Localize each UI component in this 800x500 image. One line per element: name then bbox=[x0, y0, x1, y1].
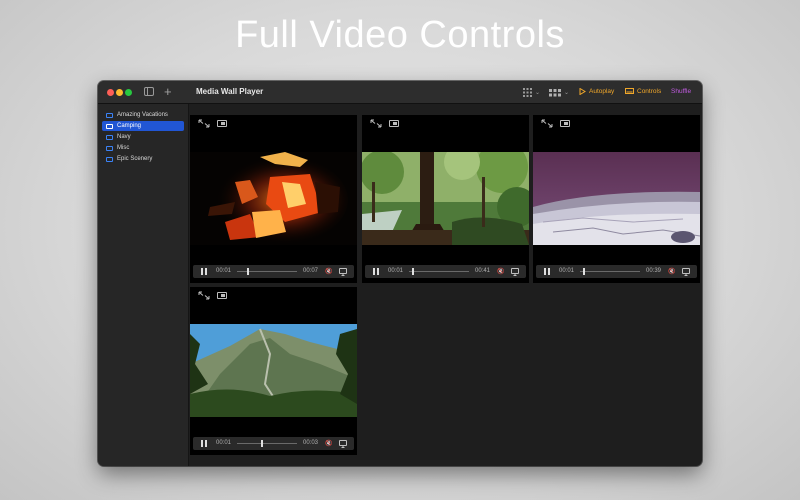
sidebar-item-amazing-vacations[interactable]: Amazing Vacations bbox=[102, 110, 184, 120]
current-time: 00:01 bbox=[559, 268, 575, 274]
sidebar-item-label: Misc bbox=[117, 145, 130, 151]
sidebar-item-camping[interactable]: Camping bbox=[102, 121, 184, 131]
airplay-icon[interactable] bbox=[339, 440, 347, 448]
picture-in-picture-icon[interactable] bbox=[217, 292, 227, 299]
seek-slider[interactable] bbox=[237, 443, 297, 444]
picture-in-picture-icon[interactable] bbox=[389, 120, 399, 127]
tile-toolbar bbox=[190, 115, 357, 132]
sidebar-item-misc[interactable]: Misc bbox=[102, 143, 184, 153]
duration: 00:39 bbox=[646, 268, 662, 274]
tile-toolbar bbox=[533, 115, 700, 132]
pause-icon[interactable] bbox=[201, 440, 207, 447]
pause-icon[interactable] bbox=[544, 268, 550, 275]
duration: 00:07 bbox=[303, 268, 319, 274]
folder-icon bbox=[106, 134, 113, 140]
seek-thumb[interactable] bbox=[261, 440, 263, 447]
expand-icon[interactable] bbox=[541, 119, 553, 128]
folder-icon bbox=[106, 156, 113, 162]
controls-button[interactable]: Controls bbox=[625, 88, 661, 95]
pause-icon[interactable] bbox=[201, 268, 207, 275]
playback-controls: 00:01 00:07 🔇 bbox=[193, 265, 354, 278]
expand-icon[interactable] bbox=[198, 291, 210, 300]
expand-icon[interactable] bbox=[370, 119, 382, 128]
grid-icon bbox=[523, 88, 532, 97]
headline: Full Video Controls bbox=[235, 14, 565, 56]
seek-slider[interactable] bbox=[237, 271, 297, 272]
video-frame[interactable] bbox=[362, 152, 529, 245]
sidebar-item-label: Camping bbox=[117, 123, 142, 129]
playback-controls: 00:01 00:39 🔇 bbox=[536, 265, 697, 278]
duration: 00:03 bbox=[303, 440, 319, 446]
sidebar-item-label: Epic Scenery bbox=[117, 156, 153, 162]
tiles-icon bbox=[549, 88, 561, 96]
controls-label: Controls bbox=[637, 88, 662, 95]
sidebar-item-navy[interactable]: Navy bbox=[102, 132, 184, 142]
seek-slider[interactable] bbox=[580, 271, 640, 272]
playback-controls: 00:01 00:03 🔇 bbox=[193, 437, 354, 450]
window-title: Media Wall Player bbox=[196, 87, 264, 96]
titlebar: + Media Wall Player ⌄ ⌄ Autoplay Control… bbox=[98, 81, 702, 104]
close-window-button[interactable] bbox=[107, 89, 114, 96]
seek-thumb[interactable] bbox=[247, 268, 250, 275]
seek-thumb[interactable] bbox=[583, 268, 585, 275]
folder-icon bbox=[106, 123, 113, 129]
airplay-icon[interactable] bbox=[682, 268, 690, 276]
picture-in-picture-icon[interactable] bbox=[560, 120, 570, 127]
video-tile[interactable]: 00:01 00:07 🔇 bbox=[190, 115, 357, 283]
minimize-window-button[interactable] bbox=[116, 89, 123, 96]
picture-in-picture-icon[interactable] bbox=[217, 120, 227, 127]
grid-layout-selector[interactable]: ⌄ bbox=[523, 88, 540, 97]
sidebar-item-label: Navy bbox=[117, 134, 131, 140]
folder-icon bbox=[106, 112, 113, 118]
tile-size-selector[interactable]: ⌄ bbox=[549, 88, 569, 97]
duration: 00:41 bbox=[475, 268, 491, 274]
sidebar-toggle-icon[interactable] bbox=[144, 87, 154, 96]
mute-icon[interactable]: 🔇 bbox=[668, 268, 675, 275]
playback-controls: 00:01 00:41 🔇 bbox=[365, 265, 526, 278]
video-tile[interactable]: 00:01 00:41 🔇 bbox=[362, 115, 529, 283]
sidebar: Amazing Vacations Camping Navy Misc Epic… bbox=[98, 104, 189, 466]
shuffle-label: Shuffle bbox=[671, 88, 692, 95]
forest-video-image bbox=[362, 152, 529, 245]
video-frame[interactable] bbox=[533, 152, 700, 245]
river-video-image bbox=[533, 152, 700, 245]
tile-toolbar bbox=[190, 287, 357, 304]
airplay-icon[interactable] bbox=[511, 268, 519, 276]
video-frame[interactable] bbox=[190, 152, 357, 245]
campfire-video-image bbox=[190, 152, 357, 245]
zoom-window-button[interactable] bbox=[125, 89, 132, 96]
sidebar-item-epic-scenery[interactable]: Epic Scenery bbox=[102, 154, 184, 164]
play-icon bbox=[579, 88, 586, 95]
pause-icon[interactable] bbox=[373, 268, 379, 275]
app-window: + Media Wall Player ⌄ ⌄ Autoplay Control… bbox=[98, 81, 702, 466]
mountain-video-image bbox=[190, 324, 357, 417]
chevron-down-icon: ⌄ bbox=[535, 90, 541, 96]
mute-icon[interactable]: 🔇 bbox=[497, 268, 504, 275]
seek-thumb[interactable] bbox=[412, 268, 414, 275]
tile-toolbar bbox=[362, 115, 529, 132]
current-time: 00:01 bbox=[216, 440, 232, 446]
mute-icon[interactable]: 🔇 bbox=[325, 268, 332, 275]
video-frame[interactable] bbox=[190, 324, 357, 417]
expand-icon[interactable] bbox=[198, 119, 210, 128]
seek-slider[interactable] bbox=[409, 271, 469, 272]
add-icon[interactable]: + bbox=[164, 84, 172, 100]
mute-icon[interactable]: 🔇 bbox=[325, 440, 332, 447]
controls-icon bbox=[625, 88, 634, 94]
autoplay-button[interactable]: Autoplay bbox=[579, 88, 614, 95]
folder-icon bbox=[106, 145, 113, 151]
sidebar-item-label: Amazing Vacations bbox=[117, 112, 168, 118]
current-time: 00:01 bbox=[388, 268, 404, 274]
video-tile[interactable]: 00:01 00:39 🔇 bbox=[533, 115, 700, 283]
airplay-icon[interactable] bbox=[339, 268, 347, 276]
video-tile[interactable]: 00:01 00:03 🔇 bbox=[190, 287, 357, 455]
chevron-down-icon: ⌄ bbox=[564, 90, 570, 96]
current-time: 00:01 bbox=[216, 268, 232, 274]
shuffle-button[interactable]: Shuffle bbox=[671, 88, 691, 95]
autoplay-label: Autoplay bbox=[589, 88, 615, 95]
